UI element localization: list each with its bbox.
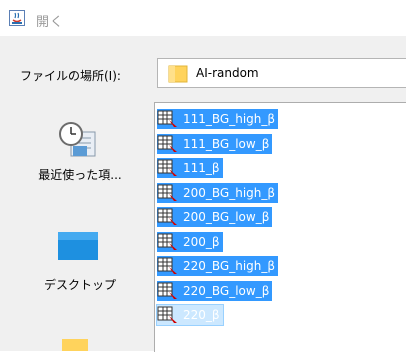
- file-selection-highlight: 111_BG_high_β: [157, 109, 279, 129]
- file-selection-highlight: 220_BG_low_β: [157, 281, 273, 301]
- file-name: 200_β: [183, 235, 220, 249]
- file-item[interactable]: 200_BG_low_β: [157, 206, 273, 228]
- look-in-label: ファイルの場所(I):: [20, 69, 121, 83]
- file-dialog: ファイルの場所(I): AI-random 最近使った項... デスクトップ 1…: [0, 36, 406, 352]
- file-name: 220_BG_low_β: [183, 284, 270, 298]
- data-file-icon: [157, 306, 177, 323]
- file-item[interactable]: 220_β: [156, 304, 224, 326]
- file-item[interactable]: 111_β: [157, 157, 223, 179]
- library-folder-icon: [62, 339, 88, 351]
- folder-icon: [168, 65, 188, 83]
- look-in-combo[interactable]: AI-random: [157, 58, 406, 88]
- title-bar: 開く: [0, 0, 406, 36]
- file-item[interactable]: 220_BG_low_β: [157, 280, 273, 302]
- file-item[interactable]: 220_BG_high_β: [157, 255, 279, 277]
- file-item[interactable]: 200_β: [157, 231, 223, 253]
- data-file-icon: [157, 184, 177, 201]
- data-file-icon: [157, 257, 177, 274]
- place-desktop[interactable]: デスクトップ: [15, 200, 145, 292]
- file-name: 111_β: [183, 161, 220, 175]
- data-file-icon: [157, 208, 177, 225]
- file-selection-highlight: 200_β: [157, 232, 223, 252]
- place-recent[interactable]: 最近使った項...: [15, 110, 145, 190]
- place-desktop-label: デスクトップ: [43, 278, 116, 292]
- recent-items-icon: [59, 122, 96, 157]
- data-file-icon: [157, 135, 177, 152]
- desktop-icon: [58, 232, 98, 260]
- file-name: 200_BG_high_β: [183, 186, 276, 200]
- file-item[interactable]: 111_BG_low_β: [157, 133, 273, 155]
- file-selection-highlight: 200_BG_low_β: [157, 207, 273, 227]
- file-selection-highlight: 111_BG_low_β: [157, 134, 273, 154]
- data-file-icon: [157, 282, 177, 299]
- file-selection-highlight: 220_BG_high_β: [157, 256, 279, 276]
- data-file-icon: [157, 159, 177, 176]
- look-in-value: AI-random: [196, 66, 259, 80]
- java-app-icon: [9, 10, 25, 26]
- file-item[interactable]: 111_BG_high_β: [157, 108, 279, 130]
- data-file-icon: [157, 233, 177, 250]
- places-bar: 最近使った項... デスクトップ: [15, 110, 145, 351]
- file-name: 220_BG_high_β: [183, 259, 276, 273]
- file-name: 200_BG_low_β: [183, 210, 270, 224]
- data-file-icon: [157, 110, 177, 127]
- file-list[interactable]: 111_BG_high_β 111_BG_low_β 111_β 200_BG_hig…: [154, 102, 406, 352]
- file-selection-highlight: 200_BG_high_β: [157, 183, 279, 203]
- place-recent-label: 最近使った項...: [38, 168, 122, 182]
- window-title: 開く: [36, 15, 65, 30]
- file-selection-highlight: 220_β: [156, 304, 224, 326]
- file-name: 220_β: [183, 308, 220, 322]
- file-name: 111_BG_high_β: [183, 112, 276, 126]
- file-item[interactable]: 200_BG_high_β: [157, 182, 279, 204]
- file-selection-highlight: 111_β: [157, 158, 223, 178]
- place-library[interactable]: [15, 335, 145, 351]
- file-name: 111_BG_low_β: [183, 137, 270, 151]
